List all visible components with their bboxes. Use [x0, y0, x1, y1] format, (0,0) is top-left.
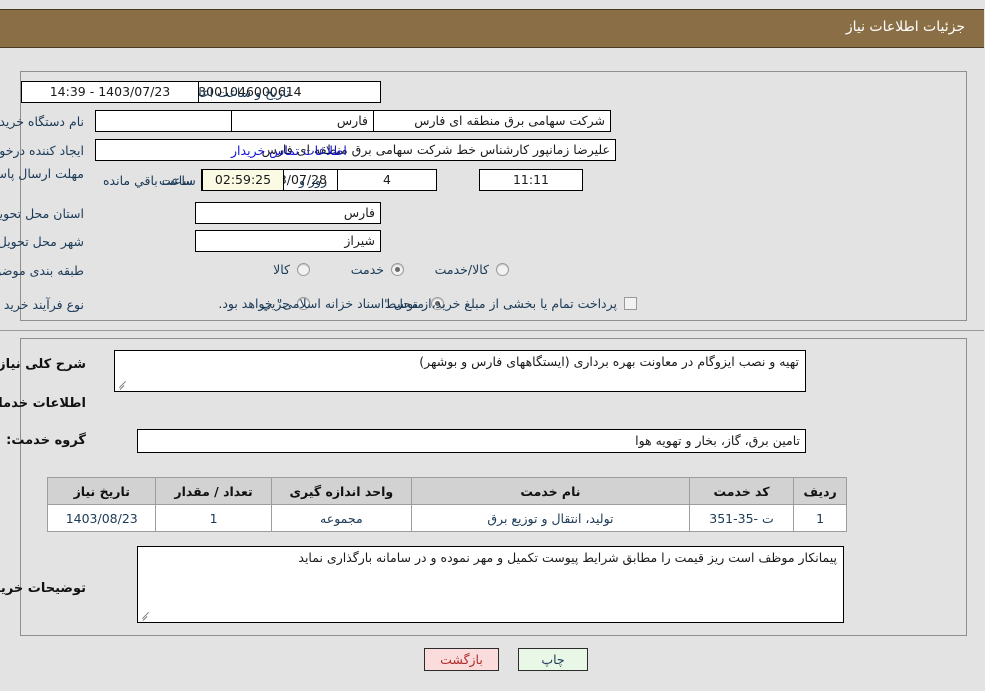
need-info-panel: [21, 71, 968, 321]
delivery-city-label: شهر محل تحویل:: [0, 234, 85, 249]
need-summary-label: شرح کلی نیاز:: [0, 357, 87, 372]
deadline-label: مهلت ارسال پاسخ: تا تاریخ:: [0, 166, 85, 181]
print-button[interactable]: چاپ: [519, 648, 589, 671]
th-need-date: تاریخ نیاز: [47, 477, 158, 505]
announce-datetime-value: 1403/07/23 - 14:39: [22, 81, 200, 103]
section-divider: [0, 330, 985, 331]
delivery-province-label: استان محل تحویل:: [0, 206, 85, 221]
request-creator-value: علیرضا زمانپور کارشناس خط شرکت سهامی برق…: [96, 139, 617, 161]
islamic-treasury-checkbox[interactable]: [625, 297, 638, 310]
buyer-notes-text: پیمانکار موظف است ریز قیمت را مطابق شرای…: [299, 550, 838, 565]
resize-grip-icon-2[interactable]: [142, 610, 152, 620]
islamic-treasury-label: پرداخت تمام یا بخشی از مبلغ خرید،از محل …: [219, 296, 618, 311]
table-header-row: ردیف کد خدمت نام خدمت واحد اندازه گیری ت…: [47, 477, 848, 505]
td-service-name: تولید، انتقال و توزیع برق: [411, 504, 691, 532]
radio-category-kala-khedmat[interactable]: [497, 263, 510, 276]
buyer-contact-link[interactable]: اطلاعات تماس خریدار: [232, 143, 348, 158]
delivery-province-value: فارس: [196, 202, 382, 224]
buyer-notes-textarea[interactable]: پیمانکار موظف است ریز قیمت را مطابق شرای…: [138, 546, 845, 623]
request-creator-label: ایجاد کننده درخواست:: [0, 143, 85, 158]
th-row-number: ردیف: [794, 477, 848, 505]
td-row-number: 1: [794, 504, 848, 532]
radio-category-kala-khedmat-label: کالا/خدمت: [435, 262, 490, 277]
td-unit: مجموعه: [271, 504, 413, 532]
category-label: طبقه بندی موضوعی:: [0, 263, 85, 278]
td-quantity: 1: [156, 504, 273, 532]
services-section-title: اطلاعات خدمات مورد نیاز: [0, 396, 87, 411]
buyer-org-label: نام دستگاه خریدار:: [0, 114, 85, 129]
need-summary-textarea[interactable]: تهیه و نصب ایزوگام در معاونت بهره برداری…: [115, 350, 807, 392]
deadline-countdown-timer: 02:59:25: [203, 169, 285, 191]
th-service-code: کد خدمت: [689, 477, 796, 505]
deadline-days-label: روز و: [300, 173, 329, 188]
page-header: جزئیات اطلاعات نیاز: [0, 9, 985, 48]
services-table: ردیف کد خدمت نام خدمت واحد اندازه گیری ت…: [47, 477, 848, 532]
service-group-label: گروه خدمت:: [7, 433, 87, 448]
service-group-value: تامین برق، گاز، بخار و تهویه هوا: [138, 429, 807, 453]
th-service-name: نام خدمت: [411, 477, 691, 505]
td-need-date: 1403/08/23: [47, 504, 158, 532]
province-top-value: فارس: [232, 110, 375, 132]
td-service-code: ت -35-351: [689, 504, 796, 532]
th-quantity: تعداد / مقدار: [156, 477, 273, 505]
back-button[interactable]: بازگشت: [425, 648, 500, 671]
buyer-notes-label: توضیحات خریدار:: [0, 581, 87, 596]
radio-category-kala-label: کالا: [274, 262, 291, 277]
page-title: جزئیات اطلاعات نیاز: [846, 19, 966, 35]
delivery-city-value: شیراز: [196, 230, 382, 252]
th-unit: واحد اندازه گیری: [271, 477, 413, 505]
purchase-process-label: نوع فرآیند خرید :: [0, 297, 85, 312]
need-summary-text: تهیه و نصب ایزوگام در معاونت بهره برداری…: [420, 354, 800, 369]
deadline-remaining-label: ساعت باقي مانده: [104, 173, 197, 188]
radio-category-khedmat[interactable]: [392, 263, 405, 276]
resize-grip-icon[interactable]: [119, 379, 129, 389]
deadline-time-value: 11:11: [480, 169, 584, 191]
radio-category-khedmat-label: خدمت: [351, 262, 385, 277]
radio-category-kala[interactable]: [298, 263, 311, 276]
deadline-days-value: 4: [338, 169, 438, 191]
table-row: 1 ت -35-351 تولید، انتقال و توزیع برق مج…: [47, 504, 848, 532]
